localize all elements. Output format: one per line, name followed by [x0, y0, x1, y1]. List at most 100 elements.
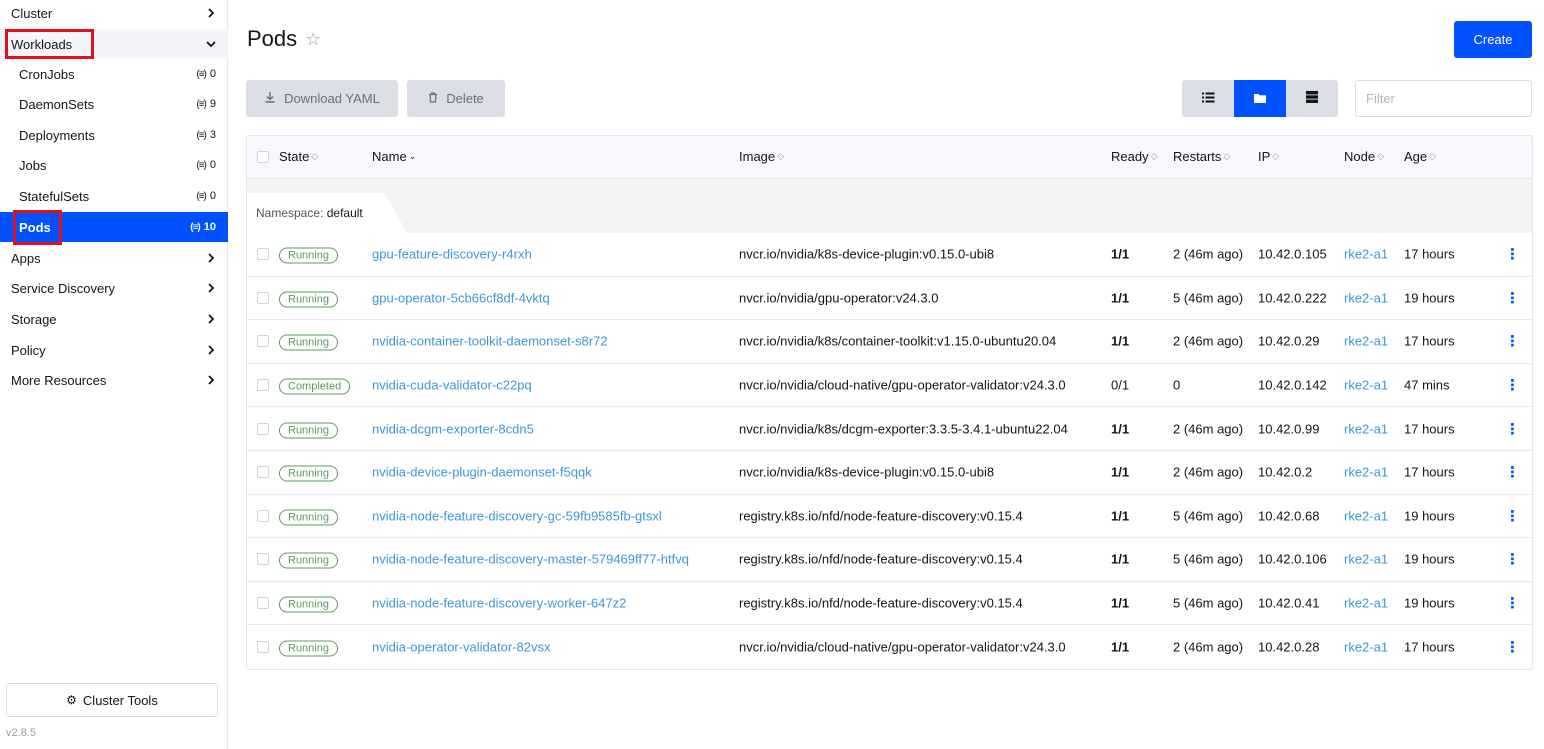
node-link[interactable]: rke2-a1 — [1344, 334, 1388, 349]
column-header-name[interactable]: Name ⌄ — [372, 149, 416, 164]
node-link[interactable]: rke2-a1 — [1344, 378, 1388, 393]
nav-cluster[interactable]: Cluster — [0, 0, 228, 28]
table-row[interactable]: Running nvidia-node-feature-discovery-mas… — [247, 538, 1532, 582]
nav-policy[interactable]: Policy — [0, 335, 228, 365]
row-checkbox[interactable] — [257, 291, 269, 304]
ip-cell: 10.42.0.68 — [1258, 508, 1320, 524]
table-row[interactable]: Running nvidia-operator-validator-82vsx nv… — [247, 625, 1532, 669]
node-link[interactable]: rke2-a1 — [1344, 465, 1388, 480]
count-value: 0 — [209, 190, 216, 202]
chevron-right-icon — [206, 253, 216, 263]
group-by-namespace-button[interactable] — [1234, 80, 1286, 117]
restarts-cell: 0 — [1173, 377, 1181, 393]
column-header-image[interactable]: Image ◇ — [739, 149, 784, 164]
sidebar-item-deployments[interactable]: Deployments (≡) 3 — [0, 120, 228, 150]
state-cell: Running — [279, 334, 338, 351]
state-cell: Running — [279, 640, 338, 657]
row-checkbox[interactable] — [257, 641, 269, 654]
pod-name-link[interactable]: gpu-feature-discovery-r4rxh — [372, 247, 532, 262]
node-link[interactable]: rke2-a1 — [1344, 290, 1388, 305]
sidebar-item-statefulsets[interactable]: StatefulSets (≡) 0 — [0, 181, 228, 211]
create-button[interactable]: Create — [1454, 21, 1532, 58]
flat-list-view-button[interactable] — [1182, 80, 1234, 117]
node-link[interactable]: rke2-a1 — [1344, 421, 1388, 436]
column-header-ip[interactable]: IP ◇ — [1258, 149, 1279, 164]
namespace-group-row: Namespace: default — [247, 179, 1532, 233]
pod-name-link[interactable]: gpu-operator-5cb66cf8df-4vktq — [372, 290, 550, 305]
nav-more-resources[interactable]: More Resources — [0, 365, 228, 395]
group-by-node-button[interactable] — [1286, 80, 1338, 117]
ip-cell: 10.42.0.29 — [1258, 333, 1320, 349]
node-link[interactable]: rke2-a1 — [1344, 596, 1388, 611]
row-actions-kebab-icon[interactable]: ⋮ — [1505, 594, 1520, 612]
row-checkbox[interactable] — [257, 466, 269, 479]
pod-name-link[interactable]: nvidia-cuda-validator-c22pq — [372, 378, 532, 393]
table-row[interactable]: Running nvidia-node-feature-discovery-wor… — [247, 581, 1532, 626]
column-header-node[interactable]: Node ◇ — [1344, 149, 1384, 164]
pod-name-link[interactable]: nvidia-node-feature-discovery-gc-59fb958… — [372, 508, 662, 523]
sidebar-item-pods[interactable]: Pods (≡) 10 — [0, 212, 228, 242]
table-row[interactable]: Running nvidia-dcgm-exporter-8cdn5 nvcr.io… — [247, 407, 1532, 451]
sidebar-item-jobs[interactable]: Jobs (≡) 0 — [0, 150, 228, 180]
table-row[interactable]: Running nvidia-device-plugin-daemonset-f5… — [247, 451, 1532, 495]
row-actions-kebab-icon[interactable]: ⋮ — [1505, 507, 1520, 525]
column-header-state[interactable]: State ◇ — [279, 149, 318, 164]
sort-icon: ◇ — [1272, 151, 1280, 161]
restarts-cell: 2 (46m ago) — [1173, 639, 1244, 655]
table-row[interactable]: Running gpu-operator-5cb66cf8df-4vktq nvcr… — [247, 276, 1532, 321]
node-link[interactable]: rke2-a1 — [1344, 640, 1388, 655]
nav-storage[interactable]: Storage — [0, 304, 228, 334]
pod-name-link[interactable]: nvidia-operator-validator-82vsx — [372, 640, 550, 655]
status-badge: Completed — [279, 378, 351, 395]
node-link[interactable]: rke2-a1 — [1344, 508, 1388, 523]
row-checkbox[interactable] — [257, 509, 269, 522]
age-cell: 19 hours — [1404, 290, 1455, 306]
nav-service-discovery[interactable]: Service Discovery — [0, 273, 228, 303]
column-header-ready[interactable]: Ready ◇ — [1111, 149, 1158, 164]
table-row[interactable]: Completed nvidia-cuda-validator-c22pq nvcr… — [247, 363, 1532, 408]
star-icon[interactable]: ☆ — [305, 29, 321, 50]
node-link[interactable]: rke2-a1 — [1344, 247, 1388, 262]
page-title: Pods ☆ — [247, 26, 321, 52]
row-checkbox[interactable] — [257, 597, 269, 610]
row-checkbox[interactable] — [257, 422, 269, 435]
cluster-tools-button[interactable]: ⚙ Cluster Tools — [6, 683, 218, 717]
restarts-cell: 2 (46m ago) — [1173, 464, 1244, 480]
select-all-checkbox[interactable] — [257, 151, 269, 163]
pod-name-link[interactable]: nvidia-dcgm-exporter-8cdn5 — [372, 421, 534, 436]
pod-name-link[interactable]: nvidia-device-plugin-daemonset-f5qqk — [372, 465, 592, 480]
node-link[interactable]: rke2-a1 — [1344, 552, 1388, 567]
row-checkbox[interactable] — [257, 248, 269, 261]
status-badge: Running — [279, 247, 338, 264]
row-checkbox[interactable] — [257, 379, 269, 392]
table-row[interactable]: Running nvidia-container-toolkit-daemonse… — [247, 320, 1532, 364]
nav-workloads[interactable]: Workloads — [0, 29, 228, 59]
row-actions-kebab-icon[interactable]: ⋮ — [1505, 420, 1520, 438]
table-row[interactable]: Running nvidia-node-feature-discovery-gc-… — [247, 494, 1532, 539]
pod-name-link[interactable]: nvidia-node-feature-discovery-master-579… — [372, 552, 689, 567]
pod-name-link[interactable]: nvidia-container-toolkit-daemonset-s8r72 — [372, 334, 608, 349]
row-actions-kebab-icon[interactable]: ⋮ — [1505, 638, 1520, 656]
row-actions-kebab-icon[interactable]: ⋮ — [1505, 289, 1520, 307]
sidebar-item-cronjobs[interactable]: CronJobs (≡) 0 — [0, 59, 228, 89]
row-actions-kebab-icon[interactable]: ⋮ — [1505, 376, 1520, 394]
column-header-age[interactable]: Age ◇ — [1404, 149, 1436, 164]
sidebar-item-daemonsets[interactable]: DaemonSets (≡) 9 — [0, 89, 228, 119]
row-actions-kebab-icon[interactable]: ⋮ — [1505, 245, 1520, 263]
row-checkbox[interactable] — [257, 335, 269, 348]
delete-button[interactable]: Delete — [407, 80, 505, 117]
sort-down-icon: ⌄ — [408, 151, 417, 161]
column-header-restarts[interactable]: Restarts ◇ — [1173, 149, 1230, 164]
row-actions-kebab-icon[interactable]: ⋮ — [1505, 332, 1520, 350]
table-row[interactable]: Running gpu-feature-discovery-r4rxh nvcr.i… — [247, 233, 1532, 277]
row-checkbox[interactable] — [257, 553, 269, 566]
nav-apps[interactable]: Apps — [0, 243, 228, 273]
column-label: Restarts — [1173, 149, 1222, 164]
row-actions-kebab-icon[interactable]: ⋮ — [1505, 463, 1520, 481]
age-cell: 19 hours — [1404, 508, 1455, 524]
filter-input[interactable] — [1355, 80, 1532, 117]
age-cell: 17 hours — [1404, 639, 1455, 655]
pod-name-link[interactable]: nvidia-node-feature-discovery-worker-647… — [372, 596, 626, 611]
download-yaml-button[interactable]: Download YAML — [246, 80, 398, 117]
row-actions-kebab-icon[interactable]: ⋮ — [1505, 550, 1520, 568]
